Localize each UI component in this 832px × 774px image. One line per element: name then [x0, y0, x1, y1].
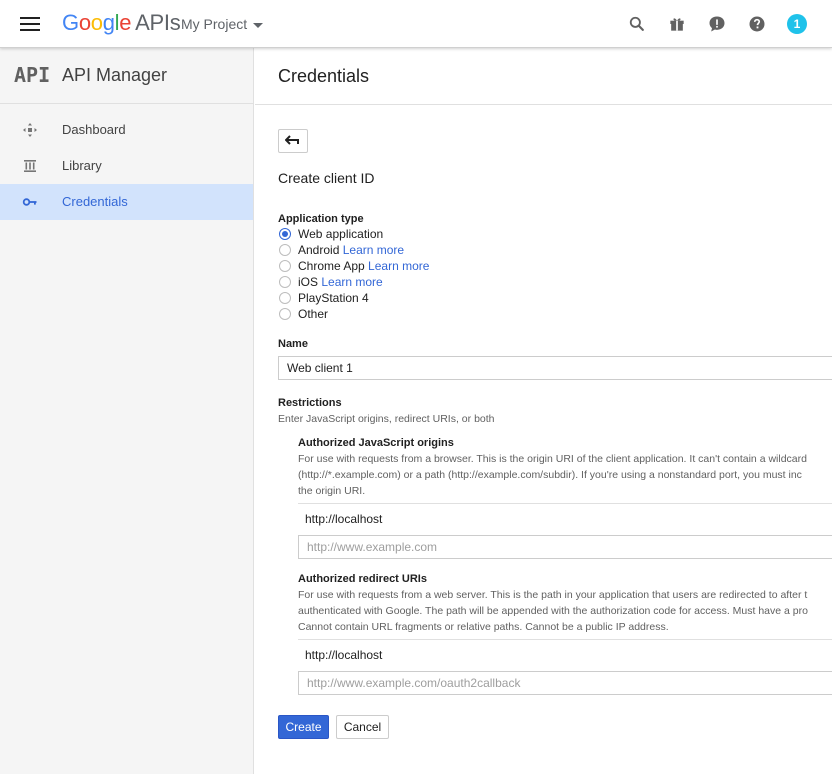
feedback-icon[interactable]: [707, 14, 727, 34]
sidebar: API API Manager Dashboard Library Creden…: [0, 48, 254, 774]
menu-icon[interactable]: [20, 16, 40, 32]
restrictions-help: Enter JavaScript origins, redirect URIs,…: [278, 413, 495, 425]
sidebar-item-credentials[interactable]: Credentials: [0, 184, 253, 220]
redirect-uris-help-line: Cannot contain URL fragments or relative…: [298, 621, 669, 633]
search-icon[interactable]: [627, 14, 647, 34]
sidebar-title: API Manager: [62, 65, 168, 85]
main-content: Credentials Create client ID Application…: [255, 48, 832, 774]
cancel-button[interactable]: Cancel: [336, 715, 389, 739]
learn-more-link[interactable]: Learn more: [368, 259, 429, 273]
restrictions-label: Restrictions: [278, 397, 342, 409]
radio-button[interactable]: [279, 260, 291, 272]
project-selector[interactable]: My Project: [181, 16, 264, 32]
sidebar-item-label: Credentials: [62, 194, 128, 209]
js-origins-help-line: the origin URI.: [298, 485, 366, 497]
logo-apis-text: APIs: [135, 10, 181, 35]
sidebar-header: API API Manager: [0, 48, 253, 104]
divider: [298, 503, 832, 504]
sidebar-item-dashboard[interactable]: Dashboard: [0, 112, 253, 148]
redirect-uris-help-line: authenticated with Google. The path will…: [298, 605, 808, 617]
application-type-label: Application type: [278, 213, 364, 225]
help-icon[interactable]: [747, 14, 767, 34]
divider: [298, 639, 832, 640]
radio-label: Android Learn more: [298, 243, 404, 257]
logo-letter: g: [102, 10, 115, 35]
api-logo-icon: API: [14, 63, 51, 87]
redirect-uris-help-line: For use with requests from a web server.…: [298, 589, 808, 601]
back-arrow-icon: [285, 135, 299, 145]
library-icon: [24, 160, 36, 172]
project-name: My Project: [181, 16, 248, 32]
option-text: Chrome App: [298, 259, 365, 273]
js-origin-value[interactable]: http://localhost: [305, 512, 382, 526]
radio-button[interactable]: [279, 244, 291, 256]
sidebar-item-library[interactable]: Library: [0, 148, 253, 184]
page-title: Credentials: [278, 66, 370, 86]
caret-down-icon: [253, 22, 264, 28]
radio-button[interactable]: [279, 228, 291, 240]
radio-button[interactable]: [279, 292, 291, 304]
option-text: Android: [298, 243, 340, 257]
google-apis-logo[interactable]: Google APIs: [62, 10, 181, 36]
logo-letter: o: [78, 10, 91, 35]
logo-letter: G: [62, 10, 79, 35]
redirect-uris-label: Authorized redirect URIs: [298, 573, 427, 585]
name-input[interactable]: [278, 356, 832, 380]
top-bar: Google APIs My Project 1: [0, 0, 832, 48]
logo-letter: e: [119, 10, 132, 35]
key-icon: [22, 198, 37, 206]
logo-letter: o: [90, 10, 103, 35]
radio-button[interactable]: [279, 308, 291, 320]
js-origin-input[interactable]: [298, 535, 832, 559]
js-origins-label: Authorized JavaScript origins: [298, 437, 454, 449]
create-button[interactable]: Create: [278, 715, 329, 739]
gift-icon[interactable]: [667, 14, 687, 34]
radio-label: iOS Learn more: [298, 275, 383, 289]
js-origins-help-line: For use with requests from a browser. Th…: [298, 453, 807, 465]
redirect-uri-value[interactable]: http://localhost: [305, 648, 382, 662]
radio-label: PlayStation 4: [298, 291, 369, 305]
js-origins-help-line: (http://*.example.com) or a path (http:/…: [298, 469, 802, 481]
learn-more-link[interactable]: Learn more: [321, 275, 382, 289]
radio-label: Other: [298, 307, 328, 321]
option-text: Web application: [298, 227, 384, 241]
back-button[interactable]: [278, 129, 308, 153]
option-text: PlayStation 4: [298, 291, 369, 305]
page-header: Credentials: [255, 48, 832, 105]
option-text: iOS: [298, 275, 319, 289]
option-text: Other: [298, 307, 329, 321]
name-label: Name: [278, 338, 308, 350]
radio-button[interactable]: [279, 276, 291, 288]
radio-label: Web application: [298, 227, 383, 241]
sidebar-item-label: Dashboard: [62, 122, 126, 137]
notification-badge[interactable]: 1: [787, 14, 807, 34]
redirect-uri-input[interactable]: [298, 671, 832, 695]
dashboard-icon: [23, 123, 37, 137]
sidebar-item-label: Library: [62, 158, 102, 173]
learn-more-link[interactable]: Learn more: [343, 243, 404, 257]
section-title: Create client ID: [278, 170, 375, 186]
radio-label: Chrome App Learn more: [298, 259, 429, 273]
